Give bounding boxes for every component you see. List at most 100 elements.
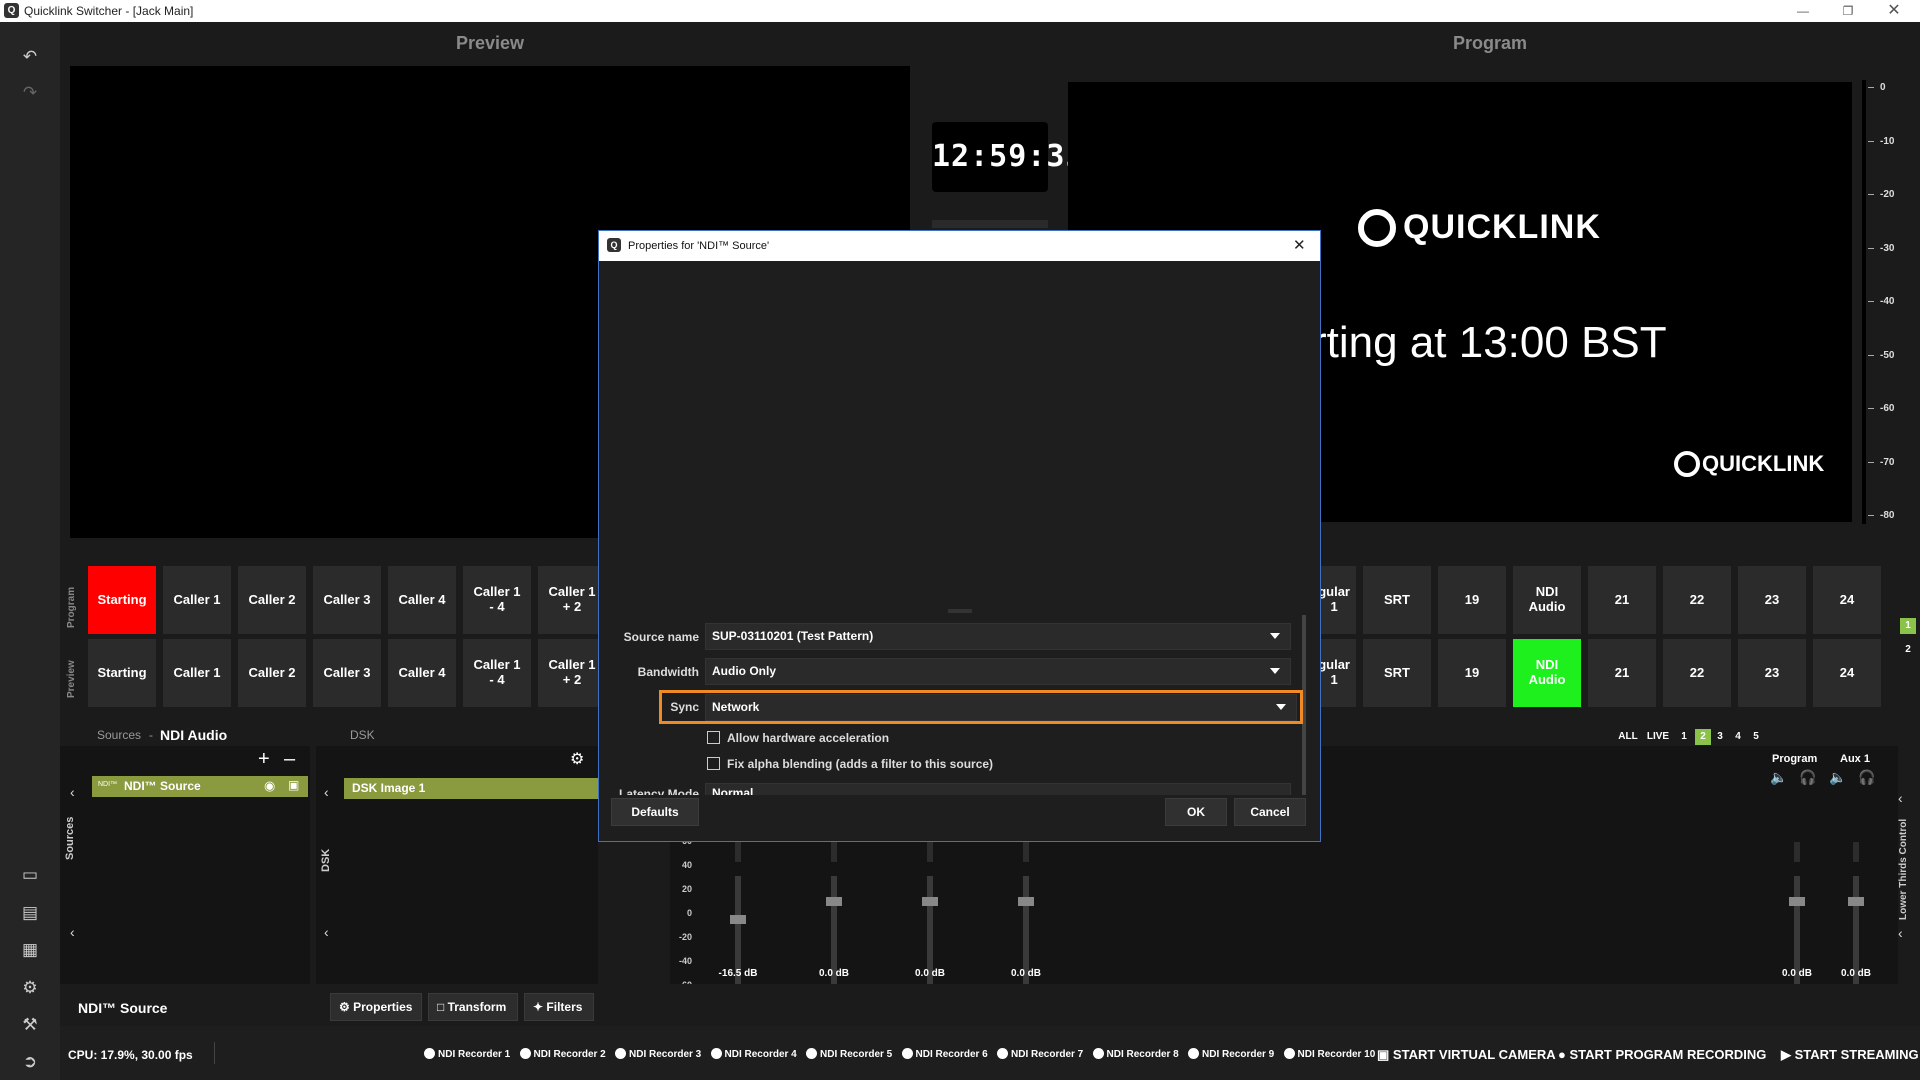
channel-fader-knob[interactable] — [1018, 897, 1034, 906]
cancel-button[interactable]: Cancel — [1234, 798, 1306, 826]
sync-select[interactable]: Network — [705, 694, 1297, 721]
preview-source-button[interactable]: NDI Audio — [1513, 639, 1581, 707]
preview-source-button[interactable]: Caller 3 — [313, 639, 381, 707]
ndi-recorder-button[interactable]: NDI Recorder 1 — [424, 1048, 510, 1060]
preview-source-button[interactable]: 23 — [1738, 639, 1806, 707]
program-source-button[interactable]: 21 — [1588, 566, 1656, 634]
restore-icon[interactable]: ❐ — [1833, 2, 1863, 20]
dsk-expand-left-icon[interactable]: ‹ — [324, 924, 329, 940]
page-tab-1[interactable]: 1 — [1900, 618, 1916, 634]
aux-headphones-icon[interactable]: 🎧 — [1858, 769, 1875, 786]
preview-source-button[interactable]: SRT — [1363, 639, 1431, 707]
lower-thirds-collapse-icon[interactable]: ‹ — [1898, 790, 1903, 806]
aux-speaker-icon[interactable]: 🔈 — [1829, 769, 1846, 786]
allow-hw-accel-checkbox[interactable] — [707, 731, 720, 744]
program-source-button[interactable]: Caller 1 — [163, 566, 231, 634]
scene-filter-2[interactable]: 2 — [1695, 729, 1711, 745]
redo-icon[interactable]: ↷ — [15, 78, 45, 108]
bandwidth-select[interactable]: Audio Only — [705, 658, 1291, 685]
exit-icon[interactable]: ➲ — [15, 1047, 45, 1077]
master-fader-knob[interactable] — [1789, 897, 1805, 906]
preview-source-button[interactable]: 19 — [1438, 639, 1506, 707]
master-fader-knob[interactable] — [1848, 897, 1864, 906]
program-source-button[interactable]: NDI Audio — [1513, 566, 1581, 634]
remove-source-icon[interactable]: – — [284, 748, 295, 771]
properties-button[interactable]: ⚙ Properties — [330, 993, 422, 1021]
ndi-recorder-label: NDI Recorder 3 — [629, 1049, 702, 1060]
sources-expand-left-icon[interactable]: ‹ — [70, 924, 75, 940]
dsk-item[interactable]: DSK Image 1 — [344, 778, 598, 799]
sources-collapse-left-icon[interactable]: ‹ — [70, 784, 75, 800]
ndi-recorder-button[interactable]: NDI Recorder 5 — [806, 1048, 892, 1060]
preview-source-button[interactable]: Caller 2 — [238, 639, 306, 707]
tools-icon[interactable]: ⚒ — [15, 1010, 45, 1040]
dsk-collapse-left-icon[interactable]: ‹ — [324, 784, 329, 800]
program-source-button[interactable]: SRT — [1363, 566, 1431, 634]
program-source-button[interactable]: Caller 1 - 4 — [463, 566, 531, 634]
preview-source-button[interactable]: Caller 1 — [163, 639, 231, 707]
transition-bar[interactable] — [932, 220, 1048, 228]
fix-alpha-checkbox[interactable] — [707, 757, 720, 770]
page-tab-2[interactable]: 2 — [1900, 642, 1916, 658]
ok-button[interactable]: OK — [1165, 798, 1227, 826]
monitor-icon[interactable]: ▭ — [15, 860, 45, 890]
minimize-icon[interactable]: — — [1788, 2, 1818, 20]
ndi-recorder-button[interactable]: NDI Recorder 9 — [1188, 1048, 1274, 1060]
splitter-handle[interactable] — [948, 609, 972, 613]
channel-fader-knob[interactable] — [922, 897, 938, 906]
ndi-recorder-button[interactable]: NDI Recorder 8 — [1092, 1048, 1179, 1060]
ndi-recorder-button[interactable]: NDI Recorder 10 — [1283, 1048, 1375, 1060]
scene-filter-3[interactable]: 3 — [1713, 729, 1727, 745]
program-source-button[interactable]: 24 — [1813, 566, 1881, 634]
lock-icon[interactable]: ▣ — [288, 778, 299, 792]
scene-filter-1[interactable]: 1 — [1677, 729, 1691, 745]
scene-filter-5[interactable]: 5 — [1749, 729, 1763, 745]
preview-source-button[interactable]: 22 — [1663, 639, 1731, 707]
preview-source-button[interactable]: Caller 1 + 2 — [538, 639, 606, 707]
ndi-recorder-button[interactable]: NDI Recorder 4 — [710, 1048, 797, 1060]
source-item[interactable]: NDI™ NDI™ Source ◉ ▣ — [92, 776, 308, 797]
start-virtual-camera-button[interactable]: ▣ START VIRTUAL CAMERA — [1377, 1047, 1556, 1063]
settings-gear-icon[interactable]: ⚙ — [15, 973, 45, 1003]
latency-mode-select[interactable]: Normal — [705, 783, 1291, 795]
undo-icon[interactable]: ↶ — [15, 42, 45, 72]
visibility-eye-icon[interactable]: ◉ — [264, 778, 275, 794]
preview-source-button[interactable]: Caller 1 - 4 — [463, 639, 531, 707]
program-source-button[interactable]: 22 — [1663, 566, 1731, 634]
dsk-settings-gear-icon[interactable]: ⚙ — [570, 749, 584, 769]
close-window-icon[interactable]: ✕ — [1879, 2, 1909, 20]
start-program-recording-button[interactable]: ● START PROGRAM RECORDING — [1558, 1047, 1766, 1062]
source-name-select[interactable]: SUP-03110201 (Test Pattern) — [705, 623, 1291, 650]
scene-filter-live[interactable]: LIVE — [1645, 729, 1671, 745]
scene-filter-all[interactable]: ALL — [1617, 729, 1639, 745]
ndi-recorder-button[interactable]: NDI Recorder 2 — [519, 1048, 606, 1060]
channel-fader-knob[interactable] — [730, 915, 746, 924]
program-source-button[interactable]: Caller 1 + 2 — [538, 566, 606, 634]
ndi-recorder-button[interactable]: NDI Recorder 7 — [997, 1048, 1083, 1060]
defaults-button[interactable]: Defaults — [611, 798, 699, 826]
program-source-button[interactable]: Caller 4 — [388, 566, 456, 634]
preview-source-button[interactable]: Starting — [88, 639, 156, 707]
program-source-button[interactable]: 23 — [1738, 566, 1806, 634]
filters-button[interactable]: ✦ Filters — [524, 993, 594, 1021]
program-source-button[interactable]: Caller 2 — [238, 566, 306, 634]
dialog-close-icon[interactable]: ✕ — [1293, 236, 1306, 254]
preview-source-button[interactable]: 21 — [1588, 639, 1656, 707]
ndi-recorder-button[interactable]: NDI Recorder 6 — [901, 1048, 988, 1060]
add-source-icon[interactable]: + — [258, 748, 270, 771]
start-streaming-button[interactable]: ▶ START STREAMING — [1781, 1047, 1919, 1063]
program-source-button[interactable]: Starting — [88, 566, 156, 634]
transform-button[interactable]: □ Transform — [428, 993, 518, 1021]
lower-thirds-expand-icon[interactable]: ‹ — [1898, 925, 1903, 941]
program-source-button[interactable]: 19 — [1438, 566, 1506, 634]
program-source-button[interactable]: Caller 3 — [313, 566, 381, 634]
preview-source-button[interactable]: Caller 4 — [388, 639, 456, 707]
program-headphones-icon[interactable]: 🎧 — [1799, 769, 1816, 786]
layout-grid-icon[interactable]: ▦ — [15, 935, 45, 965]
scene-filter-4[interactable]: 4 — [1731, 729, 1745, 745]
ndi-recorder-button[interactable]: NDI Recorder 3 — [615, 1048, 701, 1060]
preview-source-button[interactable]: 24 — [1813, 639, 1881, 707]
program-speaker-icon[interactable]: 🔈 — [1770, 769, 1787, 786]
multiview-icon[interactable]: ▤ — [15, 898, 45, 928]
channel-fader-knob[interactable] — [826, 897, 842, 906]
